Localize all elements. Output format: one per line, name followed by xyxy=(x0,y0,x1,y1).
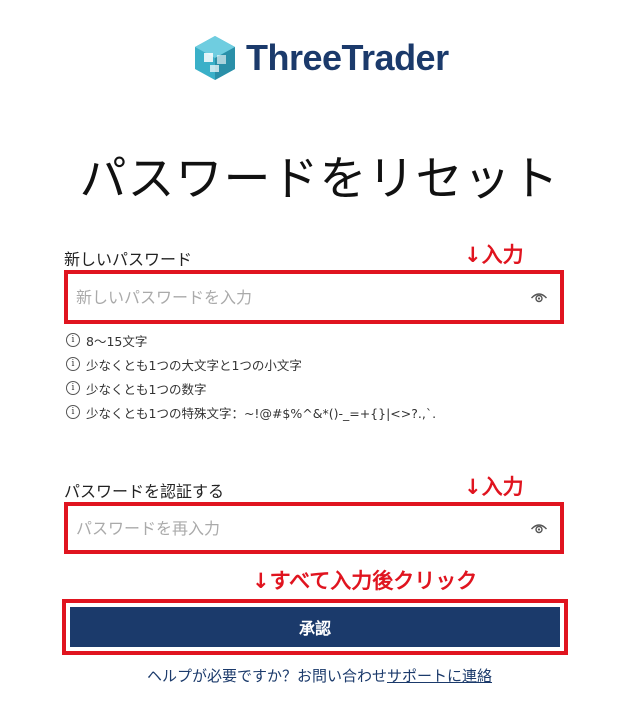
info-icon: i xyxy=(66,381,80,395)
requirement-item: i 少なくとも1つの大文字と1つの小文字 xyxy=(66,352,436,376)
help-prompt: ヘルプが必要ですか？お問い合わせ xyxy=(146,667,387,685)
info-icon: i xyxy=(66,405,80,419)
submit-highlight: 承認 xyxy=(62,599,568,655)
confirm-password-label: パスワードを認証する xyxy=(64,482,225,501)
requirement-item: i 少なくとも1つの特殊文字：~!@#$%^&*()-_=+{}|<>?.,`. xyxy=(66,400,436,424)
info-icon: i xyxy=(66,333,80,347)
new-password-label: 新しいパスワード xyxy=(64,250,193,269)
help-text: ヘルプが必要ですか？お問い合わせサポートに連絡 xyxy=(0,665,639,686)
eye-icon[interactable] xyxy=(530,288,548,306)
approve-button[interactable]: 承認 xyxy=(70,607,560,647)
password-requirements: i 8～15文字 i 少なくとも1つの大文字と1つの小文字 i 少なくとも1つの… xyxy=(66,328,436,424)
contact-support-link[interactable]: サポートに連絡 xyxy=(387,667,492,685)
requirement-item: i 少なくとも1つの数字 xyxy=(66,376,436,400)
confirm-password-input[interactable] xyxy=(72,518,530,538)
eye-icon[interactable] xyxy=(530,519,548,537)
page-title: パスワードをリセット xyxy=(79,152,560,207)
confirm-password-annotation: ↓入力 xyxy=(464,475,524,499)
brand-name: ThreeTrader xyxy=(246,37,449,78)
new-password-input[interactable] xyxy=(72,287,530,307)
submit-annotation: ↓すべて入力後クリック xyxy=(252,569,478,593)
brand-logo: ThreeTrader xyxy=(190,32,449,84)
requirement-item: i 8～15文字 xyxy=(66,328,436,352)
new-password-field xyxy=(64,270,564,324)
new-password-annotation: ↓入力 xyxy=(464,243,524,267)
info-icon: i xyxy=(66,357,80,371)
confirm-password-field xyxy=(64,502,564,554)
cube-logo-icon xyxy=(195,36,235,80)
